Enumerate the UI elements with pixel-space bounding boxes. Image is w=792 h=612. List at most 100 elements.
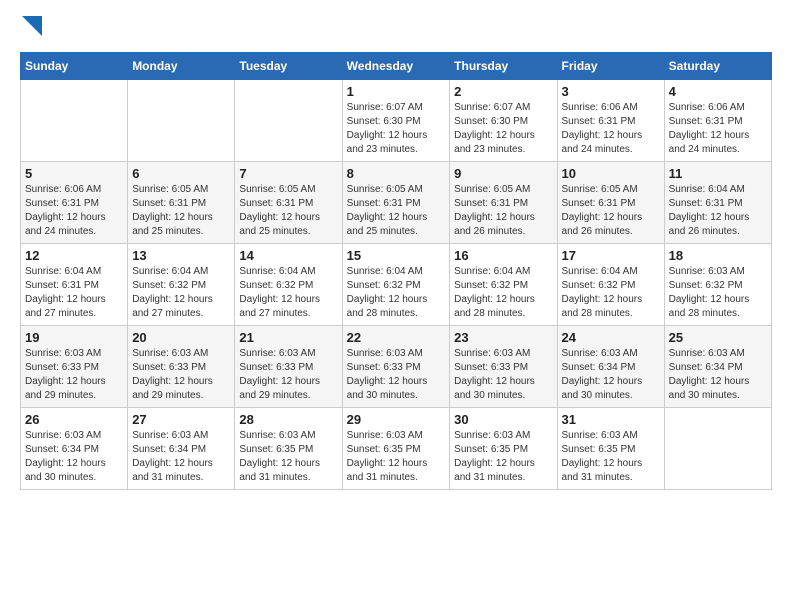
calendar-cell bbox=[235, 80, 342, 162]
day-number: 10 bbox=[562, 166, 660, 181]
day-info: Sunrise: 6:03 AMSunset: 6:34 PMDaylight:… bbox=[562, 347, 660, 403]
day-info: Sunrise: 6:03 AMSunset: 6:35 PMDaylight:… bbox=[454, 429, 552, 485]
calendar-cell: 14 Sunrise: 6:04 AMSunset: 6:32 PMDayligh… bbox=[235, 244, 342, 326]
day-info: Sunrise: 6:03 AMSunset: 6:34 PMDaylight:… bbox=[25, 429, 123, 485]
day-info: Sunrise: 6:04 AMSunset: 6:32 PMDaylight:… bbox=[132, 265, 230, 321]
day-info: Sunrise: 6:04 AMSunset: 6:31 PMDaylight:… bbox=[669, 183, 767, 239]
day-number: 31 bbox=[562, 412, 660, 427]
day-info: Sunrise: 6:03 AMSunset: 6:33 PMDaylight:… bbox=[25, 347, 123, 403]
calendar-cell: 25 Sunrise: 6:03 AMSunset: 6:34 PMDayligh… bbox=[664, 326, 771, 408]
calendar-cell: 22 Sunrise: 6:03 AMSunset: 6:33 PMDayligh… bbox=[342, 326, 450, 408]
calendar-header-sunday: Sunday bbox=[21, 53, 128, 80]
day-info: Sunrise: 6:03 AMSunset: 6:33 PMDaylight:… bbox=[347, 347, 446, 403]
day-number: 23 bbox=[454, 330, 552, 345]
day-info: Sunrise: 6:04 AMSunset: 6:32 PMDaylight:… bbox=[347, 265, 446, 321]
day-info: Sunrise: 6:03 AMSunset: 6:35 PMDaylight:… bbox=[562, 429, 660, 485]
calendar-week-1: 1 Sunrise: 6:07 AMSunset: 6:30 PMDaylight… bbox=[21, 80, 772, 162]
calendar-cell bbox=[128, 80, 235, 162]
day-info: Sunrise: 6:03 AMSunset: 6:34 PMDaylight:… bbox=[669, 347, 767, 403]
day-info: Sunrise: 6:07 AMSunset: 6:30 PMDaylight:… bbox=[454, 101, 552, 157]
calendar-cell: 6 Sunrise: 6:05 AMSunset: 6:31 PMDaylight… bbox=[128, 162, 235, 244]
calendar-week-4: 19 Sunrise: 6:03 AMSunset: 6:33 PMDayligh… bbox=[21, 326, 772, 408]
day-number: 7 bbox=[239, 166, 337, 181]
day-number: 27 bbox=[132, 412, 230, 427]
day-number: 4 bbox=[669, 84, 767, 99]
page-header bbox=[20, 20, 772, 36]
day-number: 29 bbox=[347, 412, 446, 427]
day-info: Sunrise: 6:04 AMSunset: 6:32 PMDaylight:… bbox=[239, 265, 337, 321]
calendar-cell: 27 Sunrise: 6:03 AMSunset: 6:34 PMDayligh… bbox=[128, 408, 235, 490]
day-number: 13 bbox=[132, 248, 230, 263]
calendar-cell: 28Sunrise: 6:03 AMSunset: 6:35 PMDayligh… bbox=[235, 408, 342, 490]
day-info: Sunrise: 6:05 AMSunset: 6:31 PMDaylight:… bbox=[562, 183, 660, 239]
day-info: Sunrise: 6:03 AMSunset: 6:33 PMDaylight:… bbox=[239, 347, 337, 403]
day-info: Sunrise: 6:03 AMSunset: 6:33 PMDaylight:… bbox=[132, 347, 230, 403]
calendar-cell: 3 Sunrise: 6:06 AMSunset: 6:31 PMDaylight… bbox=[557, 80, 664, 162]
calendar-cell: 17 Sunrise: 6:04 AMSunset: 6:32 PMDayligh… bbox=[557, 244, 664, 326]
calendar-header-thursday: Thursday bbox=[450, 53, 557, 80]
day-number: 26 bbox=[25, 412, 123, 427]
calendar-cell: 24 Sunrise: 6:03 AMSunset: 6:34 PMDayligh… bbox=[557, 326, 664, 408]
day-number: 5 bbox=[25, 166, 123, 181]
day-info: Sunrise: 6:03 AMSunset: 6:32 PMDaylight:… bbox=[669, 265, 767, 321]
calendar-cell: 12 Sunrise: 6:04 AMSunset: 6:31 PMDayligh… bbox=[21, 244, 128, 326]
day-number: 12 bbox=[25, 248, 123, 263]
calendar-cell: 18Sunrise: 6:03 AMSunset: 6:32 PMDayligh… bbox=[664, 244, 771, 326]
calendar-cell: 5 Sunrise: 6:06 AMSunset: 6:31 PMDaylight… bbox=[21, 162, 128, 244]
day-number: 8 bbox=[347, 166, 446, 181]
day-number: 17 bbox=[562, 248, 660, 263]
logo-icon bbox=[22, 16, 42, 36]
day-info: Sunrise: 6:07 AMSunset: 6:30 PMDaylight:… bbox=[347, 101, 446, 157]
day-info: Sunrise: 6:04 AMSunset: 6:31 PMDaylight:… bbox=[25, 265, 123, 321]
calendar-cell: 13 Sunrise: 6:04 AMSunset: 6:32 PMDayligh… bbox=[128, 244, 235, 326]
calendar-table: SundayMondayTuesdayWednesdayThursdayFrid… bbox=[20, 52, 772, 490]
calendar-cell: 9 Sunrise: 6:05 AMSunset: 6:31 PMDaylight… bbox=[450, 162, 557, 244]
day-number: 14 bbox=[239, 248, 337, 263]
day-info: Sunrise: 6:04 AMSunset: 6:32 PMDaylight:… bbox=[562, 265, 660, 321]
day-info: Sunrise: 6:04 AMSunset: 6:32 PMDaylight:… bbox=[454, 265, 552, 321]
day-number: 3 bbox=[562, 84, 660, 99]
calendar-cell: 16 Sunrise: 6:04 AMSunset: 6:32 PMDayligh… bbox=[450, 244, 557, 326]
calendar-cell: 23 Sunrise: 6:03 AMSunset: 6:33 PMDayligh… bbox=[450, 326, 557, 408]
day-number: 11 bbox=[669, 166, 767, 181]
day-number: 24 bbox=[562, 330, 660, 345]
day-number: 2 bbox=[454, 84, 552, 99]
day-info: Sunrise: 6:05 AMSunset: 6:31 PMDaylight:… bbox=[132, 183, 230, 239]
day-info: Sunrise: 6:03 AMSunset: 6:35 PMDaylight:… bbox=[347, 429, 446, 485]
calendar-header-row: SundayMondayTuesdayWednesdayThursdayFrid… bbox=[21, 53, 772, 80]
day-number: 6 bbox=[132, 166, 230, 181]
day-info: Sunrise: 6:06 AMSunset: 6:31 PMDaylight:… bbox=[669, 101, 767, 157]
logo bbox=[20, 20, 42, 36]
day-number: 15 bbox=[347, 248, 446, 263]
day-number: 22 bbox=[347, 330, 446, 345]
calendar-cell: 31 Sunrise: 6:03 AMSunset: 6:35 PMDayligh… bbox=[557, 408, 664, 490]
calendar-cell: 1 Sunrise: 6:07 AMSunset: 6:30 PMDaylight… bbox=[342, 80, 450, 162]
day-info: Sunrise: 6:06 AMSunset: 6:31 PMDaylight:… bbox=[25, 183, 123, 239]
day-number: 1 bbox=[347, 84, 446, 99]
day-info: Sunrise: 6:03 AMSunset: 6:34 PMDaylight:… bbox=[132, 429, 230, 485]
calendar-cell bbox=[21, 80, 128, 162]
day-number: 30 bbox=[454, 412, 552, 427]
calendar-cell: 2 Sunrise: 6:07 AMSunset: 6:30 PMDaylight… bbox=[450, 80, 557, 162]
calendar-week-2: 5 Sunrise: 6:06 AMSunset: 6:31 PMDaylight… bbox=[21, 162, 772, 244]
calendar-cell: 26 Sunrise: 6:03 AMSunset: 6:34 PMDayligh… bbox=[21, 408, 128, 490]
calendar-cell: 20Sunrise: 6:03 AMSunset: 6:33 PMDayligh… bbox=[128, 326, 235, 408]
day-info: Sunrise: 6:05 AMSunset: 6:31 PMDaylight:… bbox=[454, 183, 552, 239]
day-info: Sunrise: 6:05 AMSunset: 6:31 PMDaylight:… bbox=[347, 183, 446, 239]
calendar-header-wednesday: Wednesday bbox=[342, 53, 450, 80]
calendar-header-friday: Friday bbox=[557, 53, 664, 80]
calendar-cell: 29 Sunrise: 6:03 AMSunset: 6:35 PMDayligh… bbox=[342, 408, 450, 490]
day-number: 9 bbox=[454, 166, 552, 181]
day-number: 21 bbox=[239, 330, 337, 345]
calendar-cell: 8 Sunrise: 6:05 AMSunset: 6:31 PMDaylight… bbox=[342, 162, 450, 244]
day-info: Sunrise: 6:03 AMSunset: 6:33 PMDaylight:… bbox=[454, 347, 552, 403]
day-number: 19 bbox=[25, 330, 123, 345]
calendar-cell: 21 Sunrise: 6:03 AMSunset: 6:33 PMDayligh… bbox=[235, 326, 342, 408]
day-info: Sunrise: 6:03 AMSunset: 6:35 PMDaylight:… bbox=[239, 429, 337, 485]
day-number: 16 bbox=[454, 248, 552, 263]
day-number: 25 bbox=[669, 330, 767, 345]
day-info: Sunrise: 6:05 AMSunset: 6:31 PMDaylight:… bbox=[239, 183, 337, 239]
calendar-header-saturday: Saturday bbox=[664, 53, 771, 80]
day-info: Sunrise: 6:06 AMSunset: 6:31 PMDaylight:… bbox=[562, 101, 660, 157]
calendar-cell: 7 Sunrise: 6:05 AMSunset: 6:31 PMDaylight… bbox=[235, 162, 342, 244]
